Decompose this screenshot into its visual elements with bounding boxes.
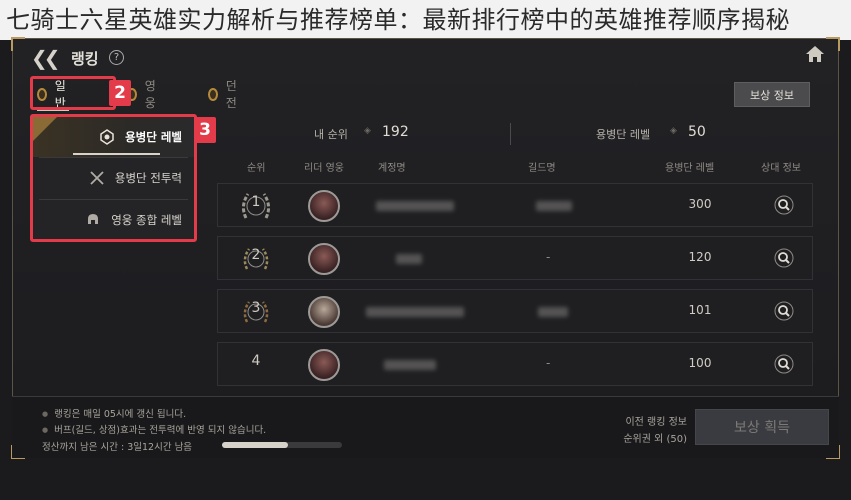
- previous-rank-value: 순위권 외 (50): [623, 434, 687, 445]
- mercenary-level-value: 300: [688, 197, 712, 211]
- mercenary-level-value: 101: [688, 303, 712, 317]
- my-level-label: 용병단 레벨: [596, 128, 651, 141]
- tab-dungeon[interactable]: 던전: [208, 79, 240, 110]
- diamond-icon: ◈: [670, 126, 677, 136]
- window-title: 랭킹: [71, 50, 99, 68]
- page-banner-title: 七骑士六星英雄实力解析与推荐榜单：最新排行榜中的英雄推荐顺序揭秘: [0, 0, 851, 40]
- dropdown-item-mercenary-level[interactable]: 용병단 레벨: [33, 117, 194, 157]
- leader-hero-avatar[interactable]: [308, 349, 340, 381]
- column-header-leader: 리더 영웅: [304, 163, 344, 174]
- column-header-account: 계정명: [378, 163, 406, 174]
- progress-fill: [222, 442, 288, 448]
- my-rank-summary: 내 순위 ◈ 192 용병단 레벨 ◈ 50: [218, 121, 818, 147]
- my-rank-value: 192: [382, 124, 409, 140]
- rank-number: 2: [251, 247, 261, 263]
- reward-info-button[interactable]: 보상 정보: [734, 82, 810, 107]
- rank-number: 4: [251, 353, 261, 369]
- dropdown-item-label: 영웅 종합 레벨: [111, 213, 182, 227]
- account-name-blurred: [384, 360, 436, 370]
- window-topbar: ❮❮ 랭킹 ?: [13, 39, 838, 75]
- helmet-icon: [88, 214, 99, 224]
- annotation-badge-2: 2: [109, 80, 131, 106]
- ranking-window: ❮❮ 랭킹 ? 일반 영웅 던전 보상 정보 2 용병단 레벨 용병단 전투력 …: [11, 37, 840, 459]
- search-icon[interactable]: [774, 195, 794, 215]
- column-header-details: 상대 정보: [761, 163, 801, 174]
- leader-hero-avatar[interactable]: [308, 296, 340, 328]
- info-note: 버프(길드, 상점)효과는 전투력에 반영 되지 않습니다.: [42, 422, 266, 436]
- mercenary-level-value: 120: [688, 250, 712, 264]
- leader-hero-avatar[interactable]: [308, 243, 340, 275]
- rank-number: 1: [251, 194, 261, 210]
- home-icon[interactable]: [804, 43, 826, 65]
- table-row: 4 - 100: [217, 342, 813, 386]
- claim-reward-button[interactable]: 보상 획득: [695, 409, 829, 445]
- guild-name-blurred: [536, 201, 572, 211]
- my-level-value: 50: [688, 124, 706, 140]
- highlight-box-tab: [30, 76, 116, 110]
- column-header-rank: 순위: [247, 163, 266, 174]
- tab-label: 영웅: [144, 79, 156, 110]
- search-icon[interactable]: [774, 301, 794, 321]
- account-name-blurred: [376, 201, 454, 211]
- search-icon[interactable]: [774, 248, 794, 268]
- dungeon-tab-icon: [208, 87, 218, 101]
- table-row: 3 101: [217, 289, 813, 333]
- back-button[interactable]: ❮❮: [31, 46, 60, 70]
- guild-name: -: [546, 356, 551, 370]
- table-row: 2 - 120: [217, 236, 813, 280]
- dropdown-item-label: 용병단 전투력: [114, 171, 182, 185]
- column-header-level: 용병단 레벨: [665, 163, 715, 174]
- info-note: 랭킹은 매일 05시에 갱신 됩니다.: [42, 406, 186, 420]
- my-rank-label: 내 순위: [314, 128, 348, 141]
- settlement-progress-bar: [222, 442, 342, 448]
- guild-name: -: [546, 250, 551, 264]
- dropdown-item-mercenary-power[interactable]: 용병단 전투력: [33, 158, 194, 198]
- table-row: 1 300: [217, 183, 813, 227]
- ranking-category-dropdown: 용병단 레벨 용병단 전투력 영웅 종합 레벨: [30, 114, 197, 242]
- annotation-badge-3: 3: [194, 117, 216, 143]
- tab-hero[interactable]: 영웅: [127, 79, 159, 110]
- diamond-icon: ◈: [364, 126, 371, 136]
- account-name-blurred: [366, 307, 464, 317]
- rank-number: 3: [251, 300, 261, 316]
- help-icon[interactable]: ?: [109, 50, 124, 65]
- settlement-remaining-time: 정산까지 남은 시간 : 3일12시간 남음: [42, 442, 193, 453]
- mercenary-level-value: 100: [688, 356, 712, 370]
- crossed-swords-icon: [90, 171, 104, 185]
- account-name-blurred: [396, 254, 422, 264]
- guild-name-blurred: [538, 307, 568, 317]
- search-icon[interactable]: [774, 354, 794, 374]
- mercenary-emblem-icon: [100, 129, 114, 145]
- previous-rank-label: 이전 랭킹 정보: [625, 417, 687, 428]
- column-header-guild: 길드명: [528, 163, 556, 174]
- leader-hero-avatar[interactable]: [308, 190, 340, 222]
- dropdown-item-label: 용병단 레벨: [125, 130, 182, 144]
- tab-label: 던전: [225, 79, 237, 110]
- ranking-footer: 랭킹은 매일 05시에 갱신 됩니다. 버프(길드, 상점)효과는 전투력에 반…: [12, 396, 839, 458]
- dropdown-item-hero-total-level[interactable]: 영웅 종합 레벨: [33, 200, 194, 240]
